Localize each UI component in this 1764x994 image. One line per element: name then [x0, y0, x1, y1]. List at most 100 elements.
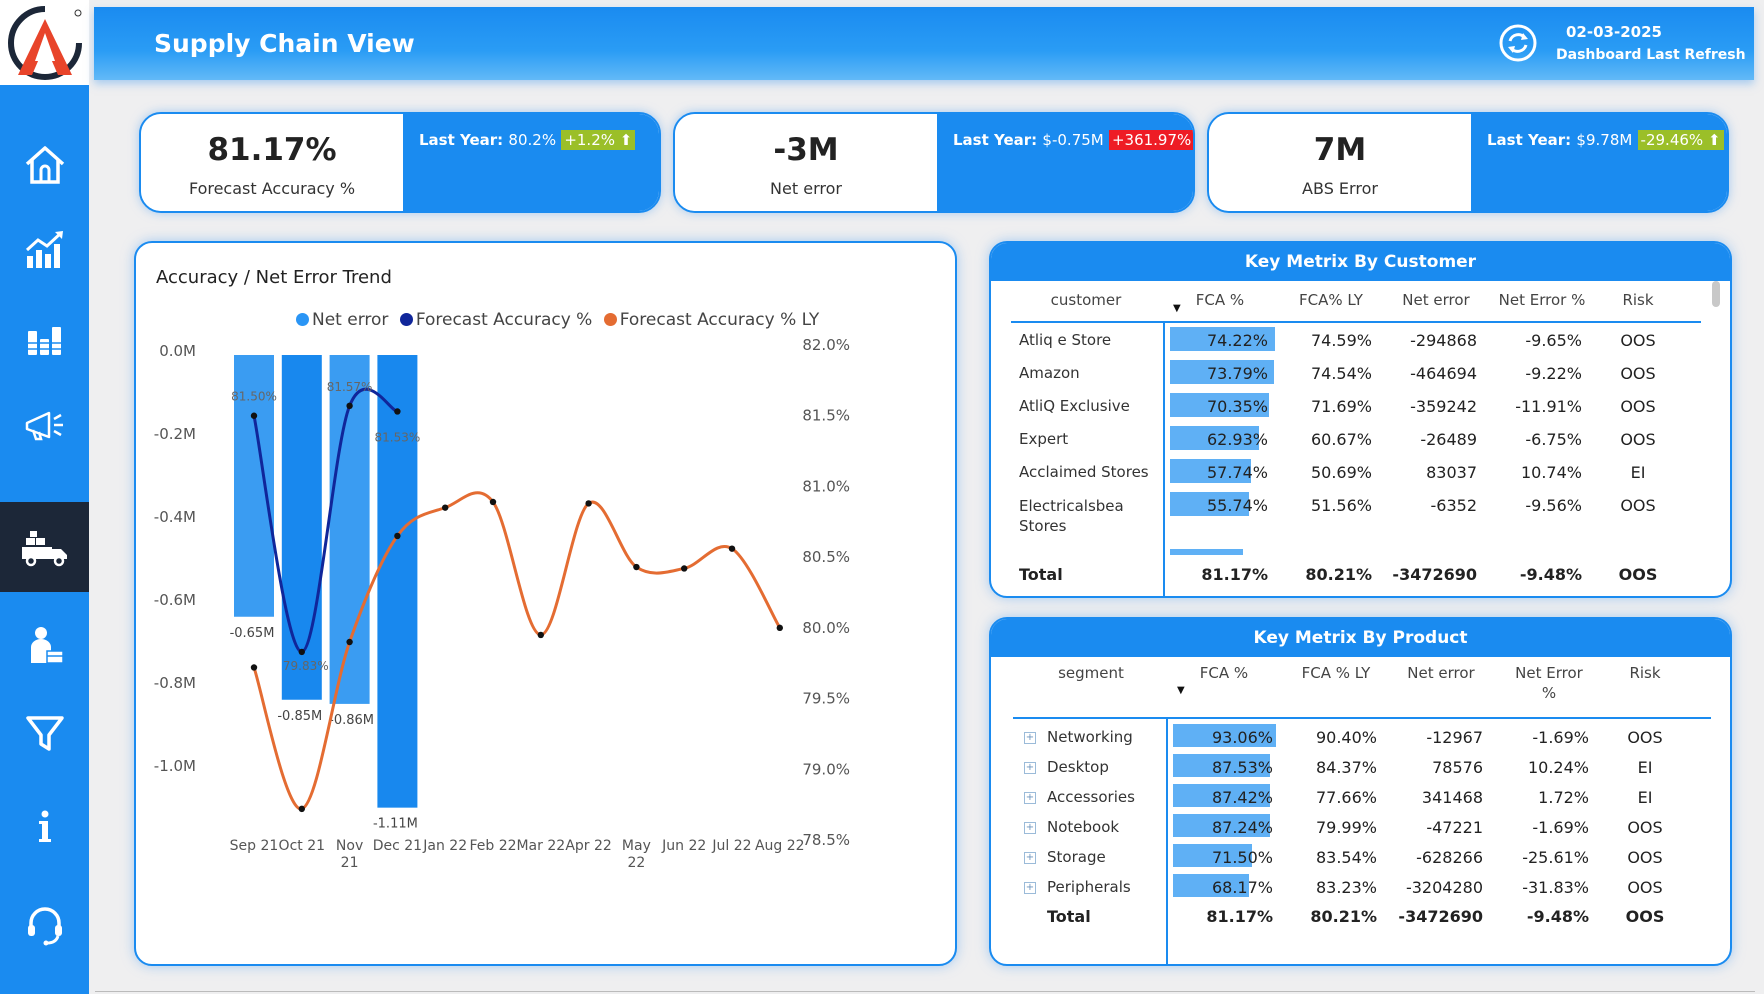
point-forecast-accuracy-ly — [776, 624, 783, 632]
net-error-pct-cell: -31.83% — [1522, 878, 1589, 897]
row-label[interactable]: Notebook — [1047, 818, 1119, 836]
row-label[interactable]: Accessories — [1047, 788, 1135, 806]
column-header[interactable]: segment — [1036, 664, 1146, 682]
x-axis-tick: Mar 22 — [516, 838, 565, 854]
nav-info[interactable] — [0, 782, 89, 872]
customer-table-panel: Key Metrix By Customer customer FCA % FCA%… — [989, 241, 1732, 598]
row-label[interactable]: Atliq e Store — [1019, 331, 1111, 349]
net-error-cell: 341468 — [1421, 788, 1483, 807]
expand-row-icon[interactable]: + — [1024, 732, 1036, 744]
y-axis-tick-left: 0.0M — [159, 342, 196, 360]
header-divider — [1011, 321, 1701, 323]
nav-analytics[interactable] — [0, 292, 89, 382]
column-header[interactable]: customer — [1031, 291, 1141, 309]
row-label[interactable]: Networking — [1047, 728, 1133, 746]
fca-cell: 74.22% — [1206, 331, 1268, 350]
nav-employees[interactable] — [0, 600, 89, 690]
fca-ly-cell: 60.67% — [1310, 430, 1372, 449]
row-label[interactable]: Storage — [1047, 848, 1106, 866]
sort-desc-icon[interactable]: ▼ — [1177, 685, 1185, 696]
risk-cell: OOS — [1627, 878, 1663, 897]
point-forecast-accuracy-ly — [585, 500, 592, 507]
kpi-forecast-accuracy: 81.17% Forecast Accuracy % Last Year: 80… — [139, 112, 661, 213]
nav-filter[interactable] — [0, 688, 89, 778]
info-icon — [38, 810, 51, 842]
point-forecast-accuracy-ly — [394, 532, 401, 540]
fca-data-bar — [1170, 549, 1243, 555]
line-data-label: 79.83% — [283, 659, 329, 673]
x-axis-tick: Feb 22 — [469, 838, 516, 854]
net-error-cell: -12967 — [1426, 728, 1483, 747]
total-label: Total — [1047, 907, 1091, 926]
row-label[interactable]: AtliQ Exclusive — [1019, 397, 1130, 415]
nav-support[interactable] — [0, 880, 89, 970]
expand-row-icon[interactable]: + — [1024, 882, 1036, 894]
growth-chart-icon — [25, 231, 63, 268]
net-error-pct-cell: -1.69% — [1532, 728, 1589, 747]
last-year-label: Last Year: — [953, 131, 1038, 149]
nav-marketing[interactable] — [0, 380, 89, 470]
point-forecast-accuracy-ly — [681, 565, 688, 572]
line-data-label: 81.50% — [231, 390, 277, 404]
column-header[interactable]: FCA % — [1169, 664, 1279, 682]
total-fca: 81.17% — [1206, 907, 1273, 926]
column-header[interactable]: FCA% LY — [1276, 291, 1386, 309]
bar-data-label: -1.11M — [373, 817, 418, 832]
point-forecast-accuracy-ly — [728, 545, 736, 552]
kpi-value: -3M — [773, 132, 839, 168]
risk-cell: OOS — [1620, 331, 1656, 350]
y-axis-tick-right: 81.0% — [802, 477, 850, 495]
row-label[interactable]: Acclaimed Stores — [1019, 463, 1149, 481]
x-axis-tick: Oct 21 — [279, 838, 325, 854]
x-axis-tick: 21 — [341, 855, 359, 871]
column-header[interactable]: Net error — [1387, 291, 1485, 309]
column-header[interactable]: FCA % LY — [1281, 664, 1391, 682]
column-header[interactable]: Net Error — [1493, 664, 1605, 682]
row-label[interactable]: Amazon — [1019, 364, 1080, 382]
net-error-cell: -6352 — [1430, 496, 1478, 515]
arrow-up-icon: ⬆ — [619, 131, 633, 149]
expand-row-icon[interactable]: + — [1024, 852, 1036, 864]
line-forecast-accuracy — [252, 387, 399, 654]
refresh-icon[interactable] — [1498, 23, 1538, 63]
expand-row-icon[interactable]: + — [1024, 762, 1036, 774]
nav-supply-chain[interactable] — [0, 502, 89, 592]
risk-cell: OOS — [1620, 496, 1656, 515]
row-label[interactable]: Electricalsbea Stores — [1019, 496, 1129, 536]
nav-home[interactable] — [0, 119, 89, 209]
column-header[interactable]: FCA % — [1166, 291, 1274, 309]
net-error-pct-cell: -1.69% — [1532, 818, 1589, 837]
risk-cell: OOS — [1620, 397, 1656, 416]
change-badge: +1.2% ⬆ — [561, 130, 636, 150]
row-label[interactable]: Desktop — [1047, 758, 1109, 776]
y-axis-tick-right: 79.0% — [802, 760, 850, 778]
change-badge: -29.46% ⬆ — [1637, 130, 1724, 150]
total-fca-ly: 80.21% — [1310, 907, 1377, 926]
total-risk: OOS — [1625, 907, 1665, 926]
fca-ly-cell: 71.69% — [1310, 397, 1372, 416]
column-header[interactable]: Net error — [1391, 664, 1491, 682]
atliq-logo-icon — [7, 5, 82, 80]
expand-row-icon[interactable]: + — [1024, 822, 1036, 834]
column-header[interactable]: Net Error % — [1486, 291, 1598, 309]
y-axis-tick-right: 80.5% — [802, 548, 850, 566]
y-axis-tick-left: -1.0M — [154, 757, 196, 775]
total-fca-ly: 80.21% — [1305, 565, 1372, 584]
column-header[interactable]: % — [1493, 684, 1605, 702]
row-label[interactable]: Expert — [1019, 430, 1068, 448]
column-header[interactable]: Risk — [1605, 664, 1685, 682]
scrollbar[interactable] — [1712, 281, 1720, 307]
point-forecast-accuracy-ly — [633, 563, 640, 571]
expand-row-icon[interactable]: + — [1024, 792, 1036, 804]
nav-growth[interactable] — [0, 205, 89, 295]
employee-icon — [30, 627, 64, 664]
row-label[interactable]: Peripherals — [1047, 878, 1131, 896]
bar-chart-icon — [27, 327, 61, 355]
kpi-value: 7M — [1313, 132, 1367, 168]
bar-data-label: -0.85M — [277, 709, 322, 724]
column-header[interactable]: Risk — [1598, 291, 1678, 309]
home-icon — [25, 146, 64, 184]
point-forecast-accuracy-ly — [442, 504, 449, 511]
sort-desc-icon[interactable]: ▼ — [1173, 303, 1181, 314]
column-divider — [1163, 321, 1165, 596]
